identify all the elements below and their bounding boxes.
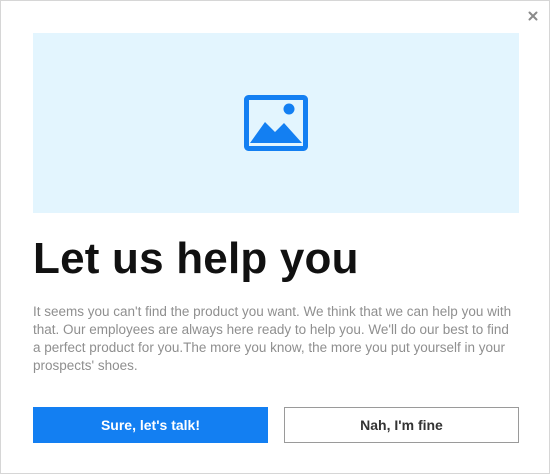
hero-image-placeholder xyxy=(33,33,519,213)
close-button[interactable] xyxy=(526,9,540,23)
help-dialog: Let us help you It seems you can't find … xyxy=(0,0,550,474)
sure-lets-talk-button[interactable]: Sure, let's talk! xyxy=(33,407,268,443)
close-icon xyxy=(528,11,538,21)
nah-im-fine-button[interactable]: Nah, I'm fine xyxy=(284,407,519,443)
dialog-title: Let us help you xyxy=(33,234,359,283)
dialog-message: It seems you can't find the product you … xyxy=(33,304,512,373)
image-placeholder-icon xyxy=(244,95,308,151)
